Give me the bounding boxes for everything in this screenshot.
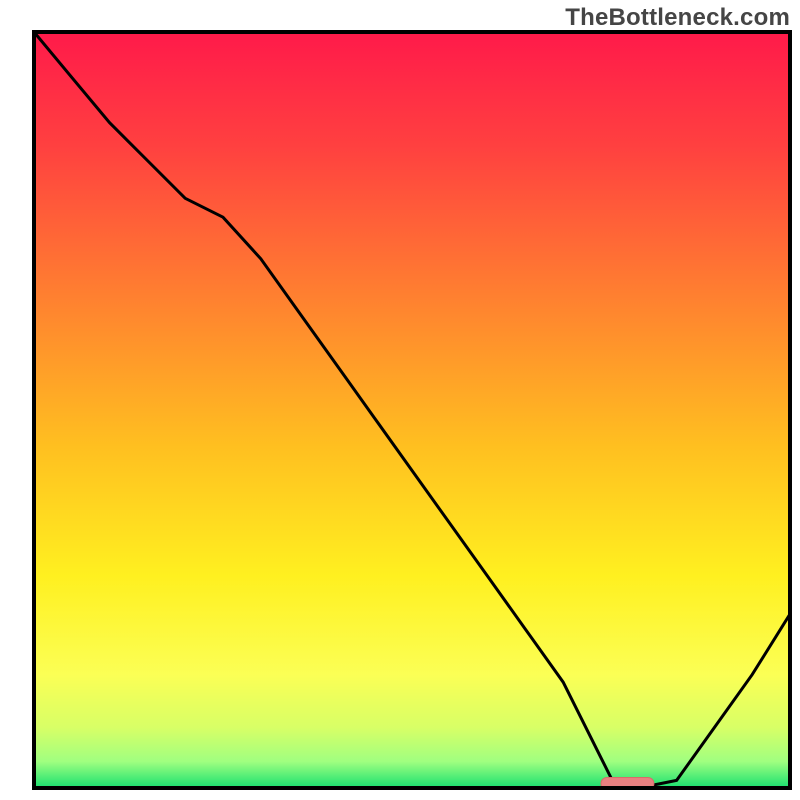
- plot-area: [34, 32, 790, 789]
- gradient-background: [34, 32, 790, 788]
- bottleneck-chart: TheBottleneck.com: [0, 0, 800, 800]
- chart-svg: [0, 0, 800, 800]
- watermark-text: TheBottleneck.com: [565, 4, 790, 32]
